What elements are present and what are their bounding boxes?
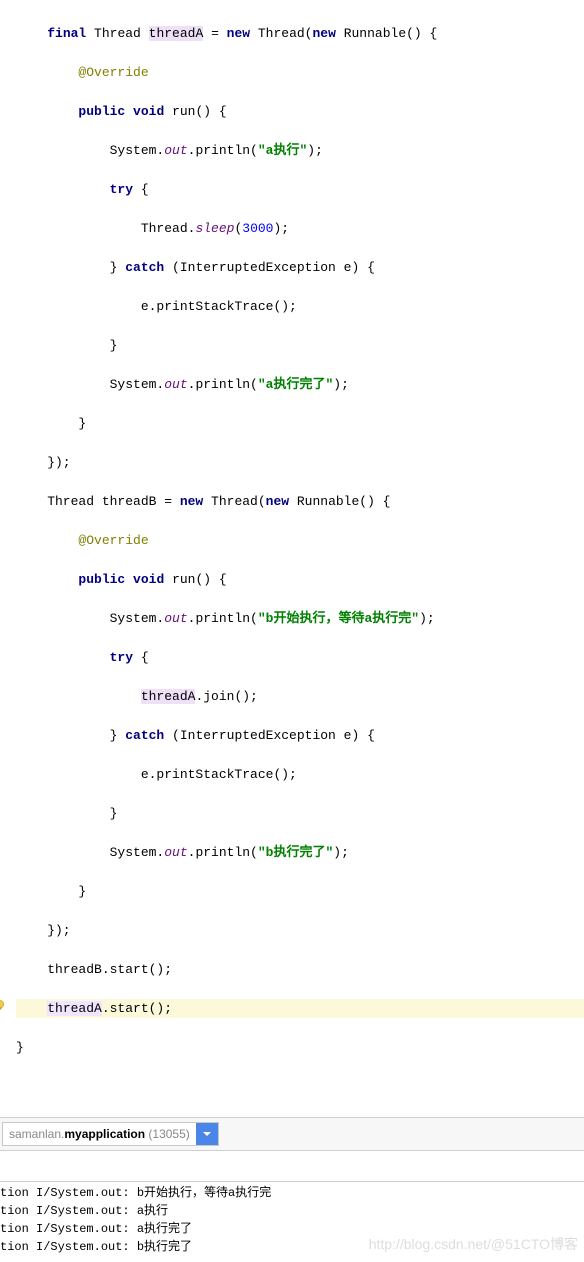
string-literal: "b开始执行，等待a执行完" [258, 611, 419, 626]
code-line: System.out.println("a执行完了"); [16, 375, 584, 395]
code-line: } [16, 804, 584, 824]
code-line: try { [16, 180, 584, 200]
divider [0, 1151, 584, 1181]
code-line: try { [16, 648, 584, 668]
log-line: tion I/System.out: a执行完了 [0, 1220, 584, 1238]
dropdown-arrow-icon[interactable] [196, 1123, 218, 1145]
code-line: @Override [16, 531, 584, 551]
string-literal: "a执行完了" [258, 377, 333, 392]
log-line: tion I/System.out: b执行完了 [0, 1238, 584, 1256]
variable-threadA: threadA [149, 26, 204, 41]
code-line: System.out.println("b执行完了"); [16, 843, 584, 863]
code-line: final Thread threadA = new Thread(new Ru… [16, 24, 584, 44]
code-line: threadB.start(); [16, 960, 584, 980]
code-line: public void run() { [16, 570, 584, 590]
log-line: tion I/System.out: b开始执行，等待a执行完 [0, 1184, 584, 1202]
caret-line: threadA.start(); [16, 999, 584, 1019]
code-line: } catch (InterruptedException e) { [16, 726, 584, 746]
code-line: threadA.join(); [16, 687, 584, 707]
string-literal: "b执行完了" [258, 845, 333, 860]
code-line: }); [16, 921, 584, 941]
code-line: e.printStackTrace(); [16, 765, 584, 785]
code-line: Thread.sleep(3000); [16, 219, 584, 239]
annotation-override: @Override [78, 533, 148, 548]
log-line: tion I/System.out: a执行 [0, 1202, 584, 1220]
string-literal: "a执行" [258, 143, 307, 158]
logcat-toolbar: samanlan.myapplication (13055) [0, 1117, 584, 1151]
number-literal: 3000 [242, 221, 273, 236]
code-line: @Override [16, 63, 584, 83]
code-line: public void run() { [16, 102, 584, 122]
code-line: e.printStackTrace(); [16, 297, 584, 317]
code-line: Thread threadB = new Thread(new Runnable… [16, 492, 584, 512]
variable-threadA: threadA [141, 689, 196, 704]
code-line: }); [16, 453, 584, 473]
annotation-override: @Override [78, 65, 148, 80]
code-editor[interactable]: final Thread threadA = new Thread(new Ru… [0, 0, 584, 1087]
divider [0, 1087, 584, 1117]
code-line: } [16, 1038, 584, 1058]
code-line: } [16, 336, 584, 356]
code-line: System.out.println("b开始执行，等待a执行完"); [16, 609, 584, 629]
logcat-output[interactable]: tion I/System.out: b开始执行，等待a执行完 tion I/S… [0, 1181, 584, 1262]
process-select-label: samanlan.myapplication (13055) [3, 1124, 196, 1144]
code-line: } [16, 414, 584, 434]
variable-threadA: threadA [47, 1001, 102, 1016]
intention-bulb-icon[interactable] [0, 999, 6, 1011]
code-line: } catch (InterruptedException e) { [16, 258, 584, 278]
code-line: } [16, 882, 584, 902]
process-select[interactable]: samanlan.myapplication (13055) [2, 1122, 219, 1146]
code-line: System.out.println("a执行"); [16, 141, 584, 161]
